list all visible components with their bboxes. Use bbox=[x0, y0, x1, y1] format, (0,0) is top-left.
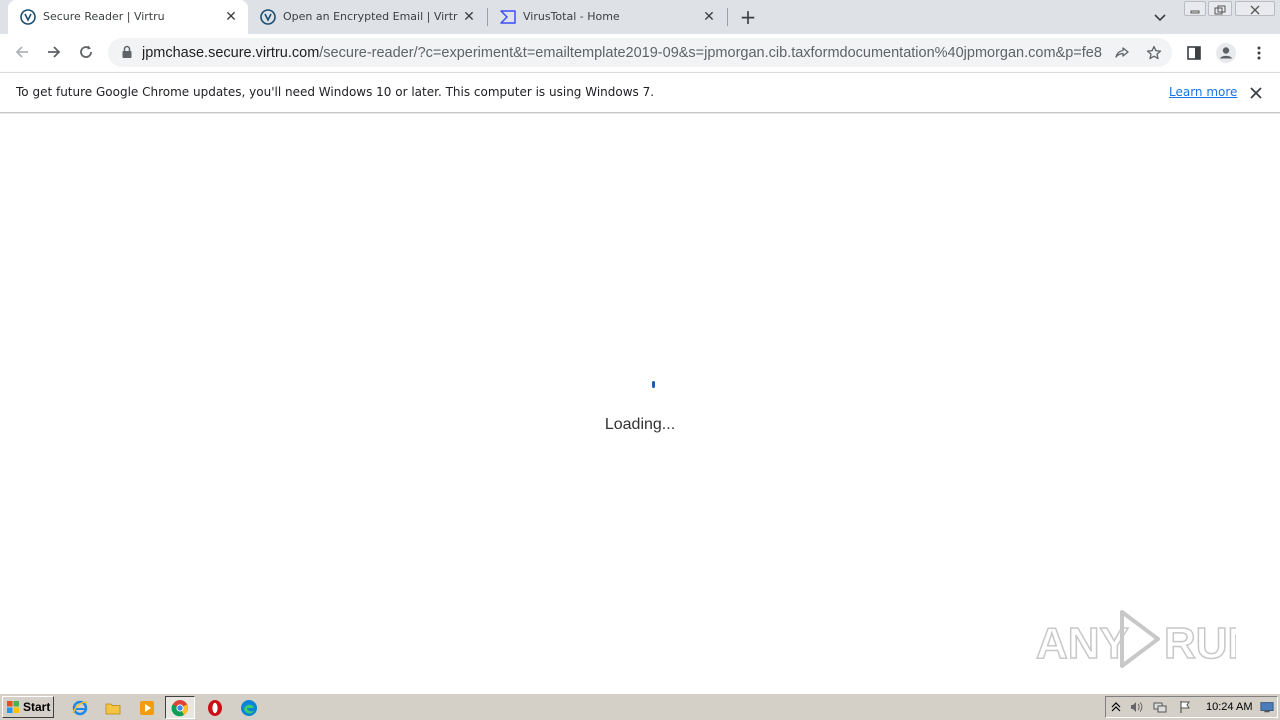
svg-text:ANY: ANY bbox=[1036, 619, 1129, 668]
show-hidden-icons-button[interactable] bbox=[1109, 700, 1123, 714]
lock-icon[interactable] bbox=[121, 45, 133, 59]
media-player-icon[interactable] bbox=[137, 698, 157, 718]
tab-divider bbox=[727, 8, 728, 26]
url-host: jpmchase.secure.virtru.com bbox=[142, 45, 320, 61]
side-panel-button[interactable] bbox=[1185, 44, 1203, 62]
ie-logo-icon bbox=[72, 700, 88, 716]
start-button[interactable]: Start bbox=[2, 696, 54, 718]
file-explorer-icon[interactable] bbox=[103, 698, 123, 718]
side-panel-icon bbox=[1187, 46, 1201, 60]
close-icon bbox=[1250, 5, 1260, 15]
opera-icon[interactable] bbox=[205, 698, 225, 718]
taskbar-clock[interactable]: 10:24 AM bbox=[1206, 701, 1252, 713]
virtru-favicon-icon bbox=[260, 9, 276, 25]
url-text[interactable]: jpmchase.secure.virtru.com/secure-reader… bbox=[142, 44, 1102, 62]
start-label: Start bbox=[23, 700, 51, 714]
close-tab-icon[interactable]: ✕ bbox=[224, 10, 238, 24]
folder-icon bbox=[105, 703, 121, 715]
show-desktop-icon[interactable] bbox=[1260, 700, 1274, 714]
loading-spinner bbox=[652, 381, 655, 388]
close-icon[interactable] bbox=[1248, 85, 1264, 101]
tab-virustotal[interactable]: VirusTotal - Home ✕ bbox=[488, 0, 726, 34]
tab-title: Secure Reader | Virtru bbox=[43, 10, 165, 23]
tab-title: Open an Encrypted Email | Virtru bbox=[283, 10, 458, 23]
share-icon[interactable] bbox=[1113, 44, 1131, 62]
kebab-menu-icon bbox=[1257, 46, 1261, 60]
edge-icon[interactable] bbox=[239, 698, 259, 718]
minimize-window-button[interactable] bbox=[1184, 1, 1206, 16]
avatar-icon bbox=[1216, 43, 1236, 63]
edge-logo-icon bbox=[241, 700, 257, 716]
tab-strip: Secure Reader | Virtru ✕ Open an Encrypt… bbox=[0, 0, 1280, 34]
play-icon bbox=[140, 701, 154, 715]
tab-open-encrypted-email[interactable]: Open an Encrypted Email | Virtru ✕ bbox=[248, 0, 486, 34]
back-button[interactable] bbox=[11, 41, 33, 63]
close-tab-icon[interactable]: ✕ bbox=[462, 10, 476, 24]
windows-logo-icon bbox=[7, 701, 19, 713]
anyrun-watermark-logo: ANY RUN bbox=[1036, 610, 1236, 669]
learn-more-link[interactable]: Learn more bbox=[1169, 85, 1237, 99]
network-monitor-icon bbox=[1153, 702, 1167, 713]
chrome-taskbar-button[interactable] bbox=[165, 696, 195, 719]
svg-text:RUN: RUN bbox=[1164, 619, 1236, 668]
minimize-icon bbox=[1190, 10, 1200, 14]
reload-button[interactable] bbox=[75, 41, 97, 63]
windows-taskbar: Start 10:24 AM bbox=[0, 693, 1280, 720]
virustotal-favicon-icon bbox=[500, 10, 516, 24]
tab-title: VirusTotal - Home bbox=[523, 10, 620, 23]
bookmark-star-icon[interactable] bbox=[1145, 44, 1163, 62]
restore-window-button[interactable] bbox=[1208, 1, 1232, 16]
internet-explorer-icon[interactable] bbox=[70, 698, 90, 718]
profile-button[interactable] bbox=[1215, 42, 1237, 64]
new-tab-button[interactable]: + bbox=[738, 6, 758, 28]
close-window-button[interactable] bbox=[1235, 1, 1275, 16]
update-infobar: To get future Google Chrome updates, you… bbox=[0, 72, 1280, 113]
chevron-up-icon bbox=[1111, 702, 1121, 712]
arrow-right-icon bbox=[48, 46, 61, 58]
loading-text: Loading... bbox=[604, 416, 676, 433]
infobar-message: To get future Google Chrome updates, you… bbox=[16, 85, 655, 99]
chrome-logo-icon bbox=[171, 699, 188, 716]
network-icon[interactable] bbox=[1153, 700, 1167, 714]
virtru-favicon-icon bbox=[20, 9, 36, 25]
tab-secure-reader[interactable]: Secure Reader | Virtru ✕ bbox=[8, 0, 248, 34]
action-center-flag-icon[interactable] bbox=[1178, 700, 1192, 714]
chevron-down-icon[interactable] bbox=[1152, 9, 1168, 25]
volume-icon[interactable] bbox=[1129, 700, 1143, 714]
flag-icon bbox=[1180, 701, 1190, 713]
arrow-left-icon bbox=[15, 46, 28, 58]
close-tab-icon[interactable]: ✕ bbox=[702, 10, 716, 24]
reload-icon bbox=[80, 45, 92, 58]
desktop-icon bbox=[1260, 702, 1274, 713]
browser-menu-button[interactable] bbox=[1250, 44, 1268, 62]
page-content bbox=[0, 114, 1280, 692]
url-path: /secure-reader/?c=experiment&t=emailtemp… bbox=[319, 45, 1102, 61]
share-glyph-icon bbox=[1115, 47, 1129, 58]
forward-button[interactable] bbox=[43, 41, 65, 63]
speaker-icon bbox=[1131, 702, 1143, 712]
star-icon bbox=[1146, 45, 1162, 60]
opera-logo-icon bbox=[208, 700, 222, 716]
restore-icon bbox=[1214, 5, 1226, 15]
